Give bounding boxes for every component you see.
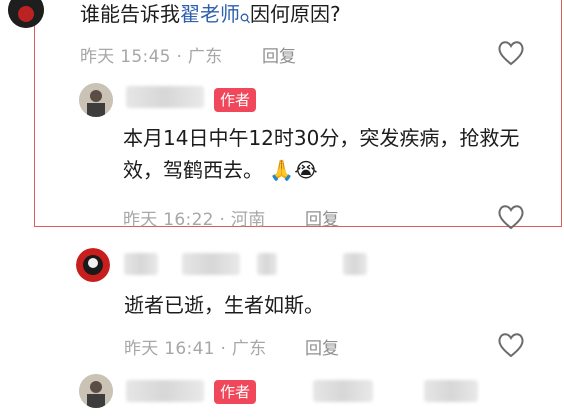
comment-thread-3: 逝者已逝，生者如斯。 昨天 16:41 · 广东 回复 xyxy=(0,235,564,360)
praying-hands-icon: 🙏 xyxy=(269,158,295,182)
comment-meta: 昨天 15:45 · 广东 xyxy=(80,47,223,67)
heart-outline-icon[interactable] xyxy=(497,204,525,230)
username-redacted xyxy=(182,253,240,275)
author-badge: 作者 xyxy=(214,88,257,112)
username-redacted xyxy=(126,380,204,402)
username-redacted xyxy=(343,253,367,275)
reply-thread-author: 作者 本月14日中午12时30分，突发疾病，抢救无效，驾鹤西去。 🙏😭 昨天 1… xyxy=(0,80,564,230)
heart-outline-icon[interactable] xyxy=(497,40,525,66)
crying-face-icon: 😭 xyxy=(294,158,318,182)
username-redacted xyxy=(126,86,204,108)
comment-text-suffix: 因何原因? xyxy=(250,2,341,26)
reply-button[interactable]: 回复 xyxy=(305,205,339,230)
redacted-text xyxy=(424,380,478,402)
comment-text: 逝者已逝，生者如斯。 xyxy=(124,293,324,317)
avatar[interactable] xyxy=(79,374,113,408)
comment-thread-1: 谁能告诉我翟老师 因何原因? 昨天 15:45 · 广东 回复 xyxy=(0,0,564,80)
comment-text-prefix: 谁能告诉我 xyxy=(80,2,180,26)
mention-link[interactable]: 翟老师 xyxy=(180,2,240,26)
avatar[interactable] xyxy=(76,248,110,282)
redacted-text xyxy=(313,380,373,402)
comment-text: 谁能告诉我翟老师 因何原因? xyxy=(80,0,341,34)
username-redacted xyxy=(124,253,158,275)
reply-button[interactable]: 回复 xyxy=(305,334,339,359)
avatar[interactable] xyxy=(8,0,44,28)
heart-outline-icon[interactable] xyxy=(497,332,525,358)
comment-meta: 昨天 16:41 · 广东 xyxy=(124,339,267,359)
author-badge: 作者 xyxy=(214,380,257,404)
comment-text: 本月14日中午12时30分，突发疾病，抢救无效，驾鹤西去。 🙏😭 xyxy=(123,126,520,182)
reply-button[interactable]: 回复 xyxy=(262,42,296,67)
username-redacted xyxy=(257,253,277,275)
reply-thread-author-2: 作者 xyxy=(0,370,564,417)
comment-meta: 昨天 16:22 · 河南 xyxy=(123,210,266,230)
search-icon[interactable] xyxy=(240,2,250,34)
avatar[interactable] xyxy=(79,83,113,117)
